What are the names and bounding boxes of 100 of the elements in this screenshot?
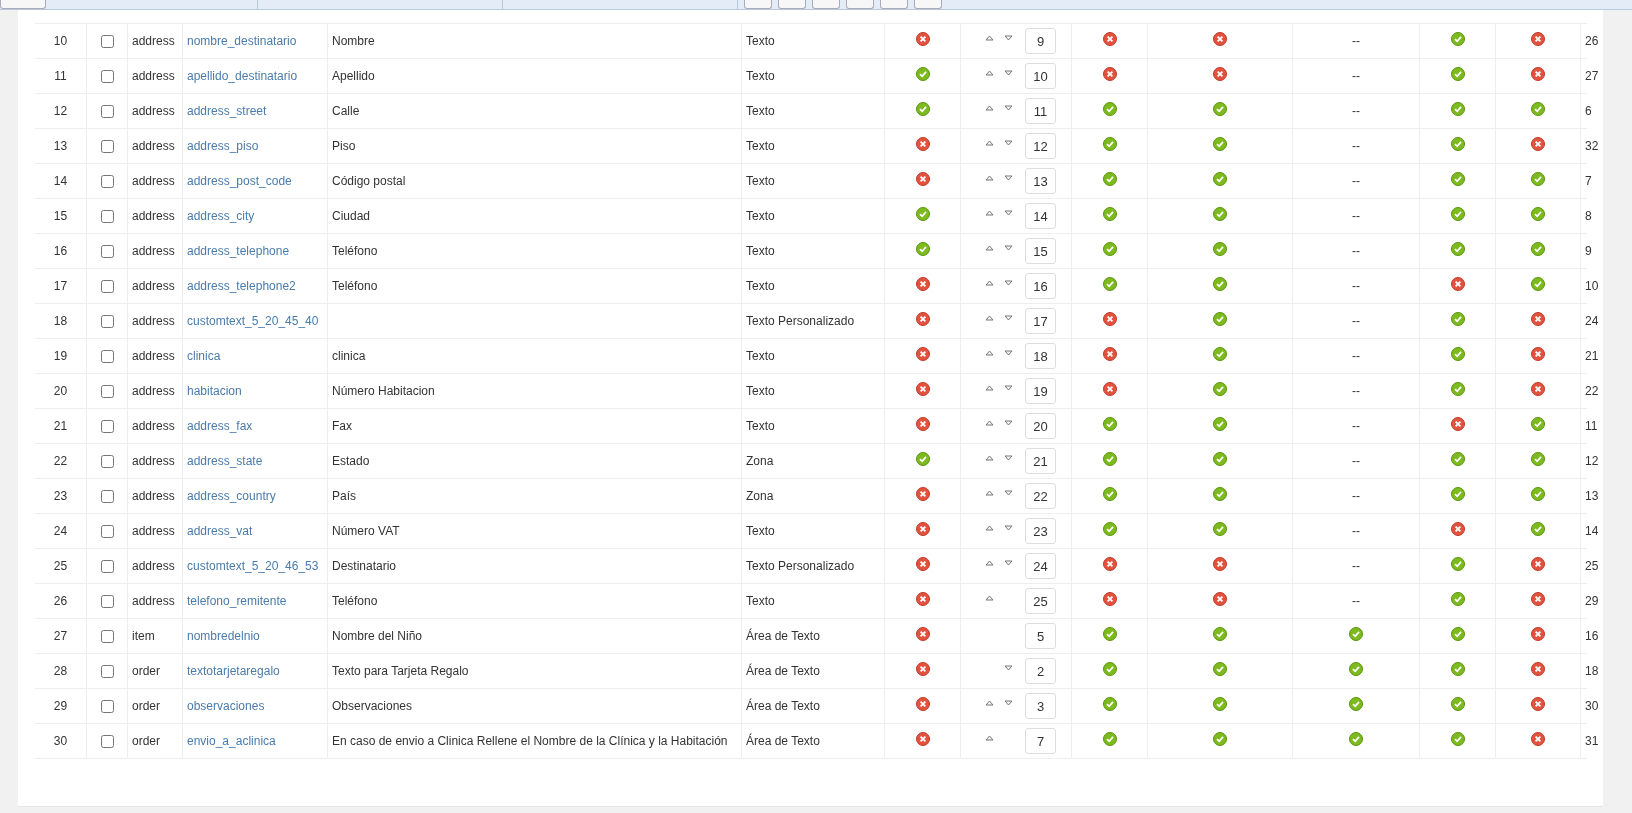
check-icon[interactable] — [1213, 732, 1227, 746]
cross-icon[interactable] — [1102, 557, 1117, 571]
move-up-icon[interactable] — [985, 490, 994, 496]
cross-icon[interactable] — [1450, 522, 1465, 536]
order-field[interactable]: 23 — [1025, 518, 1056, 544]
field-name-link[interactable]: address_state — [187, 454, 263, 468]
order-field[interactable]: 14 — [1025, 203, 1056, 229]
cross-icon[interactable] — [915, 312, 930, 326]
order-field[interactable]: 13 — [1025, 168, 1056, 194]
field-name-link[interactable]: apellido_destinatario — [187, 69, 298, 83]
check-icon[interactable] — [1102, 417, 1117, 431]
move-down-icon[interactable] — [1004, 315, 1013, 321]
check-icon[interactable] — [1531, 277, 1545, 291]
move-down-icon[interactable] — [1004, 105, 1013, 111]
order-field[interactable]: 19 — [1025, 378, 1056, 404]
cross-icon[interactable] — [915, 662, 930, 676]
cross-icon[interactable] — [1102, 32, 1117, 46]
field-name-link[interactable]: address_fax — [187, 419, 253, 433]
row-checkbox[interactable] — [100, 454, 114, 468]
cross-icon[interactable] — [1102, 312, 1117, 326]
field-name-link[interactable]: envio_a_aclinica — [187, 734, 276, 748]
toolbar-button[interactable] — [914, 0, 942, 9]
order-field[interactable]: 5 — [1025, 623, 1056, 649]
check-icon[interactable] — [1102, 137, 1117, 151]
move-down-icon[interactable] — [1004, 35, 1013, 41]
move-down-icon[interactable] — [1004, 665, 1013, 671]
cross-icon[interactable] — [1531, 732, 1545, 746]
field-name-link[interactable]: textotarjetaregalo — [187, 664, 280, 678]
check-icon[interactable] — [1102, 452, 1117, 466]
check-icon[interactable] — [1450, 207, 1465, 221]
row-checkbox[interactable] — [100, 279, 114, 293]
field-name-link[interactable]: address_piso — [187, 139, 259, 153]
check-icon[interactable] — [1450, 627, 1465, 641]
check-icon[interactable] — [1450, 452, 1465, 466]
order-field[interactable]: 20 — [1025, 413, 1056, 439]
check-icon[interactable] — [1102, 662, 1117, 676]
cross-icon[interactable] — [1450, 277, 1465, 291]
move-up-icon[interactable] — [985, 210, 994, 216]
check-icon[interactable] — [1213, 417, 1227, 431]
move-up-icon[interactable] — [985, 70, 994, 76]
move-up-icon[interactable] — [985, 455, 994, 461]
check-icon[interactable] — [915, 452, 930, 466]
check-icon[interactable] — [1450, 732, 1465, 746]
cross-icon[interactable] — [915, 487, 930, 501]
toolbar-button[interactable] — [778, 0, 806, 9]
move-down-icon[interactable] — [1004, 420, 1013, 426]
move-up-icon[interactable] — [985, 315, 994, 321]
field-name-link[interactable]: address_vat — [187, 524, 253, 538]
cross-icon[interactable] — [1102, 592, 1117, 606]
move-down-icon[interactable] — [1004, 700, 1013, 706]
field-name-link[interactable]: observaciones — [187, 699, 265, 713]
cross-icon[interactable] — [915, 592, 930, 606]
check-icon[interactable] — [1213, 172, 1227, 186]
cross-icon[interactable] — [1531, 67, 1545, 81]
check-icon[interactable] — [1450, 592, 1465, 606]
cross-icon[interactable] — [915, 32, 930, 46]
check-icon[interactable] — [1349, 697, 1363, 711]
row-checkbox[interactable] — [100, 209, 114, 223]
order-field[interactable]: 18 — [1025, 343, 1056, 369]
cross-icon[interactable] — [915, 382, 930, 396]
check-icon[interactable] — [1450, 487, 1465, 501]
field-name-link[interactable]: nombredelnio — [187, 629, 260, 643]
check-icon[interactable] — [1450, 172, 1465, 186]
check-icon[interactable] — [1450, 557, 1465, 571]
move-down-icon[interactable] — [1004, 385, 1013, 391]
row-checkbox[interactable] — [100, 559, 114, 573]
field-name-link[interactable]: address_telephone2 — [187, 279, 296, 293]
field-name-link[interactable]: customtext_5_20_45_40 — [187, 314, 319, 328]
move-up-icon[interactable] — [985, 280, 994, 286]
check-icon[interactable] — [1450, 137, 1465, 151]
move-down-icon[interactable] — [1004, 245, 1013, 251]
order-field[interactable]: 21 — [1025, 448, 1056, 474]
field-name-link[interactable]: clinica — [187, 349, 221, 363]
toolbar-button[interactable] — [744, 0, 772, 9]
check-icon[interactable] — [1531, 102, 1545, 116]
check-icon[interactable] — [1102, 697, 1117, 711]
toolbar-button[interactable] — [880, 0, 908, 9]
check-icon[interactable] — [915, 102, 930, 116]
move-up-icon[interactable] — [985, 595, 994, 601]
order-field[interactable]: 16 — [1025, 273, 1056, 299]
row-checkbox[interactable] — [100, 314, 114, 328]
check-icon[interactable] — [1102, 732, 1117, 746]
order-field[interactable]: 12 — [1025, 133, 1056, 159]
cross-icon[interactable] — [915, 732, 930, 746]
check-icon[interactable] — [1102, 102, 1117, 116]
check-icon[interactable] — [1531, 242, 1545, 256]
check-icon[interactable] — [1102, 487, 1117, 501]
move-up-icon[interactable] — [985, 735, 994, 741]
check-icon[interactable] — [1349, 732, 1363, 746]
check-icon[interactable] — [1531, 207, 1545, 221]
check-icon[interactable] — [1213, 312, 1227, 326]
check-icon[interactable] — [1213, 242, 1227, 256]
move-up-icon[interactable] — [985, 35, 994, 41]
check-icon[interactable] — [1102, 207, 1117, 221]
check-icon[interactable] — [1531, 417, 1545, 431]
check-icon[interactable] — [1213, 347, 1227, 361]
row-checkbox[interactable] — [100, 629, 114, 643]
cross-icon[interactable] — [915, 697, 930, 711]
row-checkbox[interactable] — [100, 104, 114, 118]
row-checkbox[interactable] — [100, 524, 114, 538]
